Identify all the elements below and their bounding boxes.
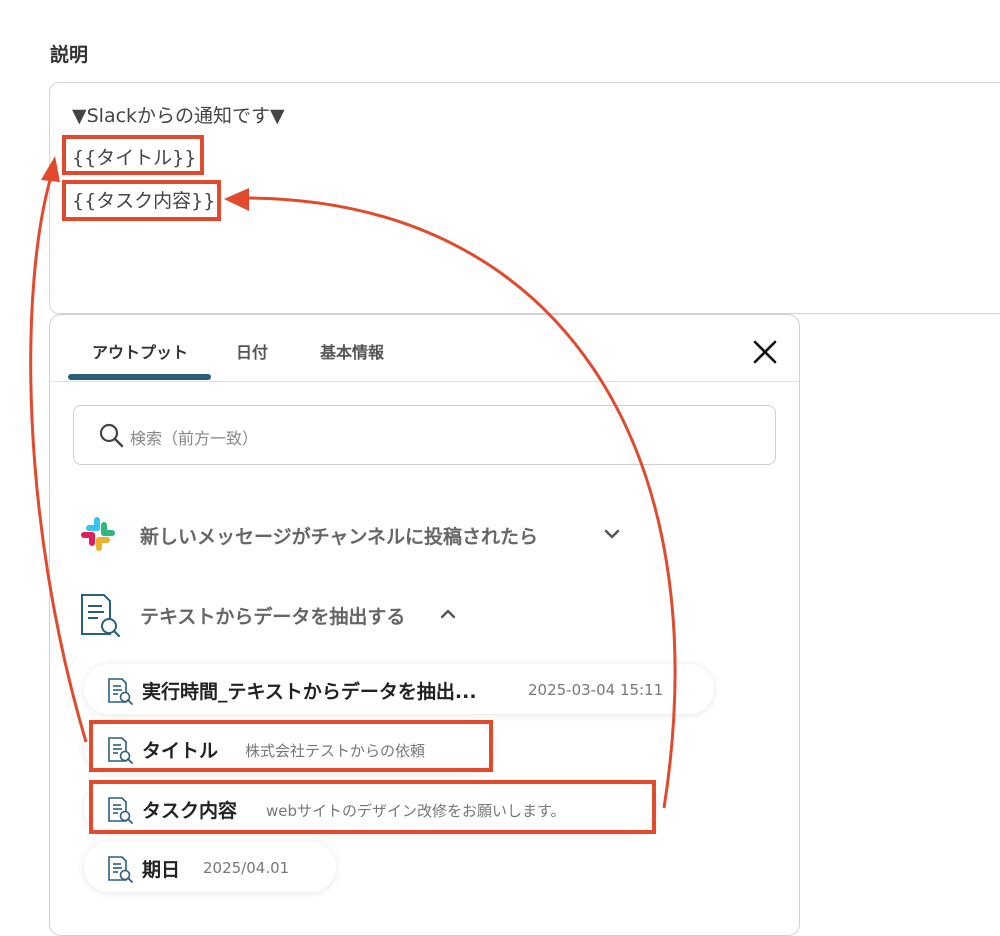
output-item-task-content[interactable]: タスク内容 webサイトのデザイン改修をお願いします。 <box>84 783 656 833</box>
document-search-icon <box>81 594 121 638</box>
textarea-line-title-variable: {{タイトル}} <box>72 147 197 169</box>
slack-logo <box>81 517 115 551</box>
item-name: タイトル <box>142 740 219 762</box>
output-item-execution-time[interactable]: 実行時間_テキストからデータを抽出... 2025-03-04 15:11 <box>84 664 714 714</box>
output-item-due-date[interactable]: 期日 2025/04.01 <box>84 842 336 892</box>
output-item-title[interactable]: タイトル 株式会社テストからの依頼 <box>84 723 494 773</box>
textarea-line-header: ▼Slackからの通知です▼ <box>72 105 285 127</box>
item-value: 2025-03-04 15:11 <box>528 681 664 699</box>
item-value: 株式会社テストからの依頼 <box>245 742 426 760</box>
tab-bar: アウトプット 日付 基本情報 <box>50 315 799 382</box>
document-search-icon <box>108 797 133 824</box>
document-search-icon <box>108 678 133 705</box>
tab-basic-info[interactable]: 基本情報 <box>320 339 384 363</box>
search-placeholder: 検索（前方一致） <box>130 429 259 448</box>
section-label: 新しいメッセージがチャンネルに投稿されたら <box>140 526 539 548</box>
item-value: 2025/04.01 <box>203 859 290 877</box>
search-icon <box>99 423 124 448</box>
section-label: テキストからデータを抽出する <box>140 606 406 628</box>
tab-output[interactable]: アウトプット <box>92 339 188 363</box>
close-icon[interactable] <box>750 337 780 367</box>
chevron-down-icon[interactable] <box>602 524 622 544</box>
item-name: タスク内容 <box>142 800 238 822</box>
item-name: 実行時間_テキストからデータを抽出... <box>142 681 477 703</box>
document-search-icon <box>108 737 133 764</box>
textarea-line-task-variable: {{タスク内容}} <box>72 190 216 212</box>
item-name: 期日 <box>142 859 181 881</box>
description-textarea[interactable]: ▼Slackからの通知です▼ {{タイトル}} {{タスク内容}} <box>49 82 1000 314</box>
document-search-icon <box>108 856 133 883</box>
field-label: 説明 <box>50 44 89 66</box>
active-tab-indicator <box>68 374 211 380</box>
output-picker-panel: アウトプット 日付 基本情報 検索（前方一致） 新しいメッセージがチャンネルに投… <box>49 314 800 936</box>
tab-date[interactable]: 日付 <box>236 339 268 363</box>
search-input[interactable]: 検索（前方一致） <box>73 405 776 465</box>
chevron-up-icon[interactable] <box>438 604 458 624</box>
item-value: webサイトのデザイン改修をお願いします。 <box>266 802 566 820</box>
